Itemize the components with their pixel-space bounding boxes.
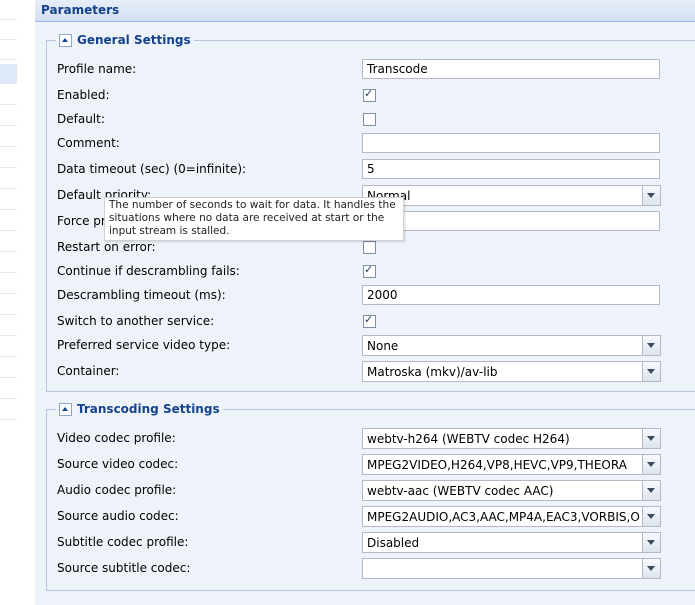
source-audio-codec-value: MPEG2AUDIO,AC3,AAC,MP4A,EAC3,VORBIS,OPUS [367,510,640,524]
grid-row[interactable] [0,253,17,273]
comment-label: Comment: [57,136,120,150]
source-video-codec-value: MPEG2VIDEO,H264,VP8,HEVC,VP9,THEORA [367,458,627,472]
grid-row[interactable] [0,337,17,357]
grid-row[interactable] [0,0,17,20]
data-timeout-input[interactable]: 5 [362,159,660,179]
preferred-video-type-label: Preferred service video type: [57,338,231,352]
preferred-video-type-value: None [367,339,399,353]
grid-row[interactable] [0,40,17,60]
descrambling-timeout-input[interactable]: 2000 [362,285,660,305]
source-audio-codec-combo[interactable]: MPEG2AUDIO,AC3,AAC,MP4A,EAC3,VORBIS,OPUS [362,506,661,527]
default-priority-combo[interactable]: Normal [362,185,661,206]
collapse-toggle-icon[interactable] [59,33,72,47]
source-subtitle-codec-combo[interactable] [362,558,661,579]
grid-row[interactable] [0,358,17,378]
comment-input[interactable] [362,133,660,153]
continue-descrambling-checkbox[interactable] [363,263,376,278]
chevron-down-icon[interactable] [642,507,660,526]
container-combo[interactable]: Matroska (mkv)/av-lib [362,361,661,382]
grid-row[interactable] [0,379,17,399]
subtitle-codec-profile-label: Subtitle codec profile: [57,535,189,549]
container-label: Container: [57,364,120,378]
subtitle-codec-profile-combo[interactable]: Disabled [362,532,661,553]
chevron-down-icon[interactable] [642,559,660,578]
preferred-video-type-combo[interactable]: None [362,335,661,356]
grid-row[interactable] [0,20,17,40]
grid-row[interactable] [0,274,17,294]
audio-codec-profile-value: webtv-aac (WEBTV codec AAC) [367,484,554,498]
video-codec-profile-value: webtv-h264 (WEBTV codec H264) [367,432,570,446]
audio-codec-profile-label: Audio codec profile: [57,483,177,497]
splitter[interactable] [17,0,36,605]
audio-codec-profile-combo[interactable]: webtv-aac (WEBTV codec AAC) [362,480,661,501]
grid-row[interactable] [0,211,17,231]
grid-row[interactable] [0,148,17,168]
grid-row[interactable] [0,400,17,420]
default-label: Default: [57,112,105,126]
grid-row[interactable] [0,316,17,336]
source-video-codec-combo[interactable]: MPEG2VIDEO,H264,VP8,HEVC,VP9,THEORA [362,454,661,475]
chevron-down-icon[interactable] [642,362,660,381]
restart-on-error-checkbox[interactable] [363,241,376,254]
source-subtitle-codec-label: Source subtitle codec: [57,561,191,575]
left-grid-strip [0,0,17,605]
force-priority-label: Force pri [57,214,110,228]
enabled-checkbox[interactable] [363,87,376,102]
video-codec-profile-label: Video codec profile: [57,431,176,445]
panel-header: Parameters [35,0,695,22]
grid-row[interactable] [0,106,17,126]
chevron-down-icon[interactable] [642,533,660,552]
profile-name-input[interactable]: Transcode [362,59,660,79]
chevron-down-icon[interactable] [642,186,660,205]
switch-service-label: Switch to another service: [57,314,215,328]
enabled-label: Enabled: [57,88,110,102]
grid-row[interactable] [0,85,17,105]
container-value: Matroska (mkv)/av-lib [367,365,498,379]
profile-name-label: Profile name: [57,62,137,76]
grid-row[interactable] [0,190,17,210]
chevron-down-icon[interactable] [642,336,660,355]
collapse-toggle-icon[interactable] [59,402,72,416]
chevron-down-icon[interactable] [642,429,660,448]
chevron-down-icon[interactable] [642,455,660,474]
default-priority-value: Normal [367,189,411,203]
grid-row[interactable] [0,127,17,147]
source-audio-codec-label: Source audio codec: [57,509,179,523]
subtitle-codec-profile-value: Disabled [367,536,420,550]
grid-row-selected[interactable] [0,64,17,84]
video-codec-profile-combo[interactable]: webtv-h264 (WEBTV codec H264) [362,428,661,449]
grid-row[interactable] [0,295,17,315]
continue-descrambling-label: Continue if descrambling fails: [57,264,240,278]
grid-row[interactable] [0,169,17,189]
grid-row[interactable] [0,232,17,252]
data-timeout-tooltip: The number of seconds to wait for data. … [104,197,404,241]
general-settings-legend: General Settings [56,32,194,48]
transcoding-settings-title: Transcoding Settings [77,402,220,416]
transcoding-settings-legend: Transcoding Settings [56,401,223,417]
general-settings-title: General Settings [77,33,191,47]
force-priority-input[interactable] [362,211,660,231]
default-checkbox[interactable] [363,113,376,126]
panel-title: Parameters [41,3,120,17]
descrambling-timeout-label: Descrambling timeout (ms): [57,288,226,302]
chevron-down-icon[interactable] [642,481,660,500]
restart-on-error-label: Restart on error: [57,240,156,254]
source-video-codec-label: Source video codec: [57,457,179,471]
switch-service-checkbox[interactable] [363,313,376,328]
data-timeout-label: Data timeout (sec) (0=infinite): [57,162,247,176]
